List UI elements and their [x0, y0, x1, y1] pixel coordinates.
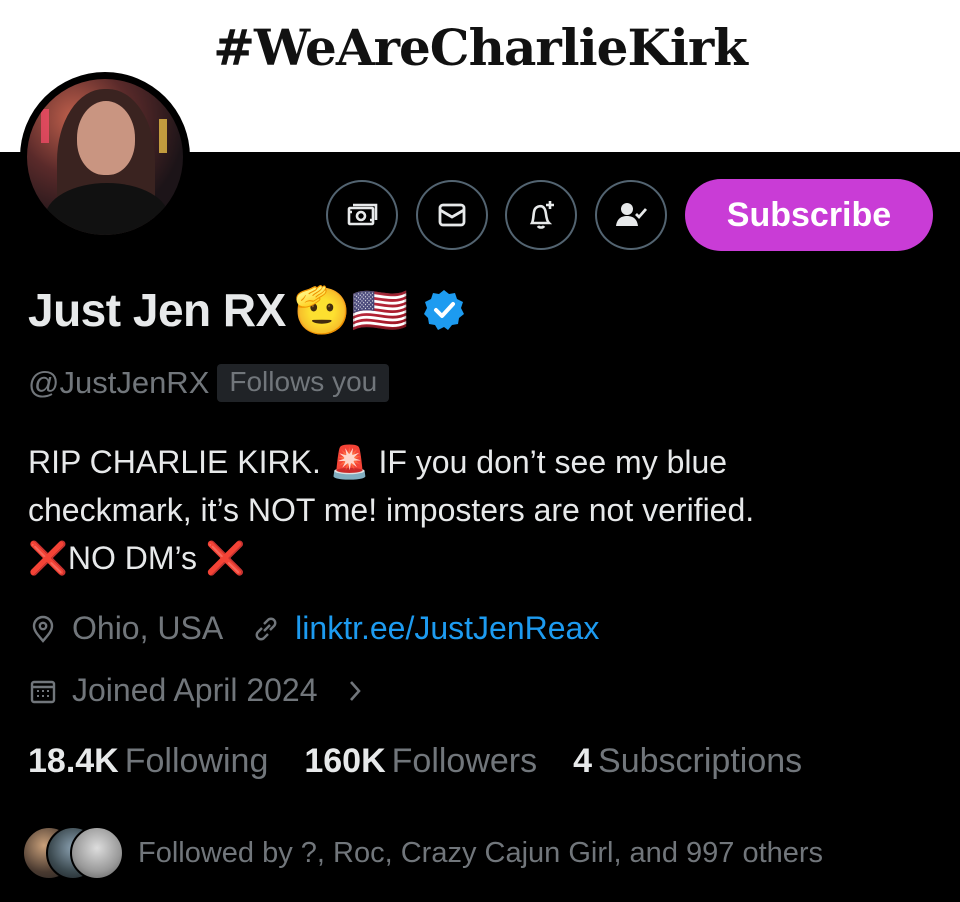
avatar-image — [27, 79, 183, 235]
name-row: Just Jen RX 🫡🇺🇸 — [28, 282, 466, 338]
followers-stat[interactable]: 160K Followers — [304, 742, 537, 781]
joined-text: Joined April 2024 — [72, 672, 318, 708]
followed-by-text: Followed by ?, Roc, Crazy Cajun Girl, an… — [138, 836, 824, 869]
subscriptions-label: Subscriptions — [598, 742, 803, 780]
handle-row: @JustJenRX Follows you — [28, 364, 390, 402]
subscribe-button[interactable]: Subscribe — [685, 179, 933, 251]
location-link-row: Ohio, USA linktr.ee/JustJenReax — [28, 610, 599, 647]
message-button[interactable] — [416, 180, 488, 250]
joined-row[interactable]: Joined April 2024 — [28, 672, 384, 709]
bio-line: ❌NO DM’s ❌ — [28, 540, 246, 576]
profile-link[interactable]: linktr.ee/JustJenReax — [295, 610, 599, 647]
link-icon — [255, 617, 277, 640]
location-pin-icon — [32, 615, 54, 643]
envelope-icon — [438, 203, 466, 227]
following-button[interactable] — [595, 180, 667, 250]
followed-by-row[interactable]: Followed by ?, Roc, Crazy Cajun Girl, an… — [22, 824, 823, 882]
following-label: Following — [124, 742, 269, 780]
bell-plus-icon — [529, 201, 554, 229]
bio-line: checkmark, it’s NOT me! imposters are no… — [28, 492, 755, 528]
followers-count: 160K — [304, 742, 386, 780]
following-stat[interactable]: 18.4K Following — [28, 742, 268, 781]
location-text: Ohio, USA — [72, 610, 224, 646]
subscriptions-stat[interactable]: 4 Subscriptions — [573, 742, 802, 781]
display-name: Just Jen RX — [28, 284, 286, 336]
banner-text: #WeAreCharlieKirk — [213, 18, 748, 77]
handle: @JustJenRX — [28, 365, 210, 400]
bio-line: RIP CHARLIE KIRK. 🚨 IF you don’t see my … — [28, 444, 728, 480]
person-check-icon — [616, 203, 648, 226]
verified-badge-icon[interactable] — [422, 288, 466, 332]
profile-stats: 18.4K Following 160K Followers 4 Subscripti… — [28, 742, 838, 781]
money-icon — [347, 203, 378, 226]
chevron-right-icon — [349, 680, 361, 701]
tip-button[interactable] — [326, 180, 398, 250]
follows-you-badge: Follows you — [217, 364, 390, 402]
notify-button[interactable] — [505, 180, 577, 250]
following-count: 18.4K — [28, 742, 119, 780]
name-emojis: 🫡🇺🇸 — [293, 284, 409, 336]
calendar-icon — [30, 680, 56, 703]
bio: RIP CHARLIE KIRK. 🚨 IF you don’t see my … — [28, 438, 928, 582]
subscriptions-count: 4 — [573, 742, 593, 780]
mutual-avatars — [22, 824, 126, 882]
followers-label: Followers — [391, 742, 538, 780]
avatar[interactable] — [20, 72, 190, 242]
mutual-avatar — [70, 826, 124, 880]
